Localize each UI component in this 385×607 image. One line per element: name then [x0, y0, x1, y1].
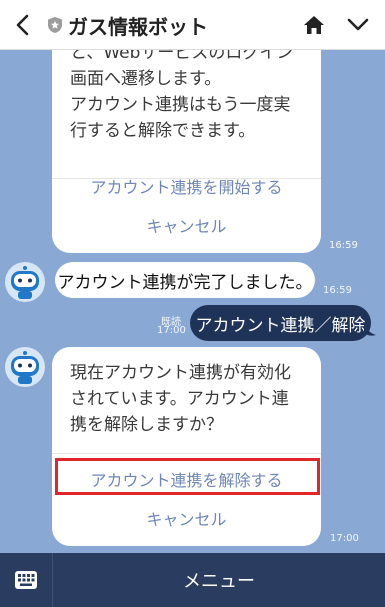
message-card-1: と、Webサービスのログイン 画面へ遷移します。 アカウント連携はもう一度実 行… — [52, 22, 321, 253]
bot-avatar-icon[interactable] — [5, 347, 45, 387]
bot-avatar-icon[interactable] — [5, 262, 45, 302]
card-1-time: 16:59 — [329, 240, 358, 251]
back-button[interactable] — [12, 13, 32, 37]
card-2-text: 現在アカウント連携が有効化 されています。アカウント連 携を解除しますか？ — [70, 363, 291, 435]
chat-header: ガス情報ボット — [0, 0, 385, 50]
chevron-down-icon — [347, 18, 369, 31]
menu-toggle-button[interactable] — [346, 15, 370, 35]
card-2-divider — [52, 453, 321, 454]
shield-star-icon — [48, 17, 62, 33]
menu-button[interactable]: メニュー — [53, 553, 385, 607]
chat-title: ガス情報ボット — [68, 15, 208, 39]
incoming-message-time: 16:59 — [323, 285, 352, 296]
home-button[interactable] — [302, 13, 326, 37]
bubble-tail-icon — [364, 323, 376, 336]
home-icon — [304, 16, 324, 34]
cancel-button-2[interactable]: キャンセル — [52, 506, 321, 530]
keyboard-button[interactable] — [0, 553, 53, 607]
outgoing-message: アカウント連携／解除 — [190, 305, 371, 341]
start-link-button[interactable]: アカウント連携を開始する — [52, 174, 321, 198]
card-2-time: 17:00 — [330, 533, 359, 544]
message-card-2: 現在アカウント連携が有効化 されています。アカウント連 携を解除しますか？ アカ… — [52, 347, 321, 546]
highlight-box — [55, 458, 320, 495]
card-1-text: と、Webサービスのログイン 画面へ遷移します。 アカウント連携はもう一度実 行… — [70, 43, 294, 141]
outgoing-message-time: 17:00 — [157, 325, 186, 336]
cancel-button-1[interactable]: キャンセル — [52, 213, 321, 237]
bottom-bar: メニュー — [0, 553, 385, 607]
incoming-message: アカウント連携が完了しました。 — [55, 262, 315, 298]
keyboard-icon — [15, 571, 37, 589]
chevron-left-icon — [16, 14, 29, 36]
